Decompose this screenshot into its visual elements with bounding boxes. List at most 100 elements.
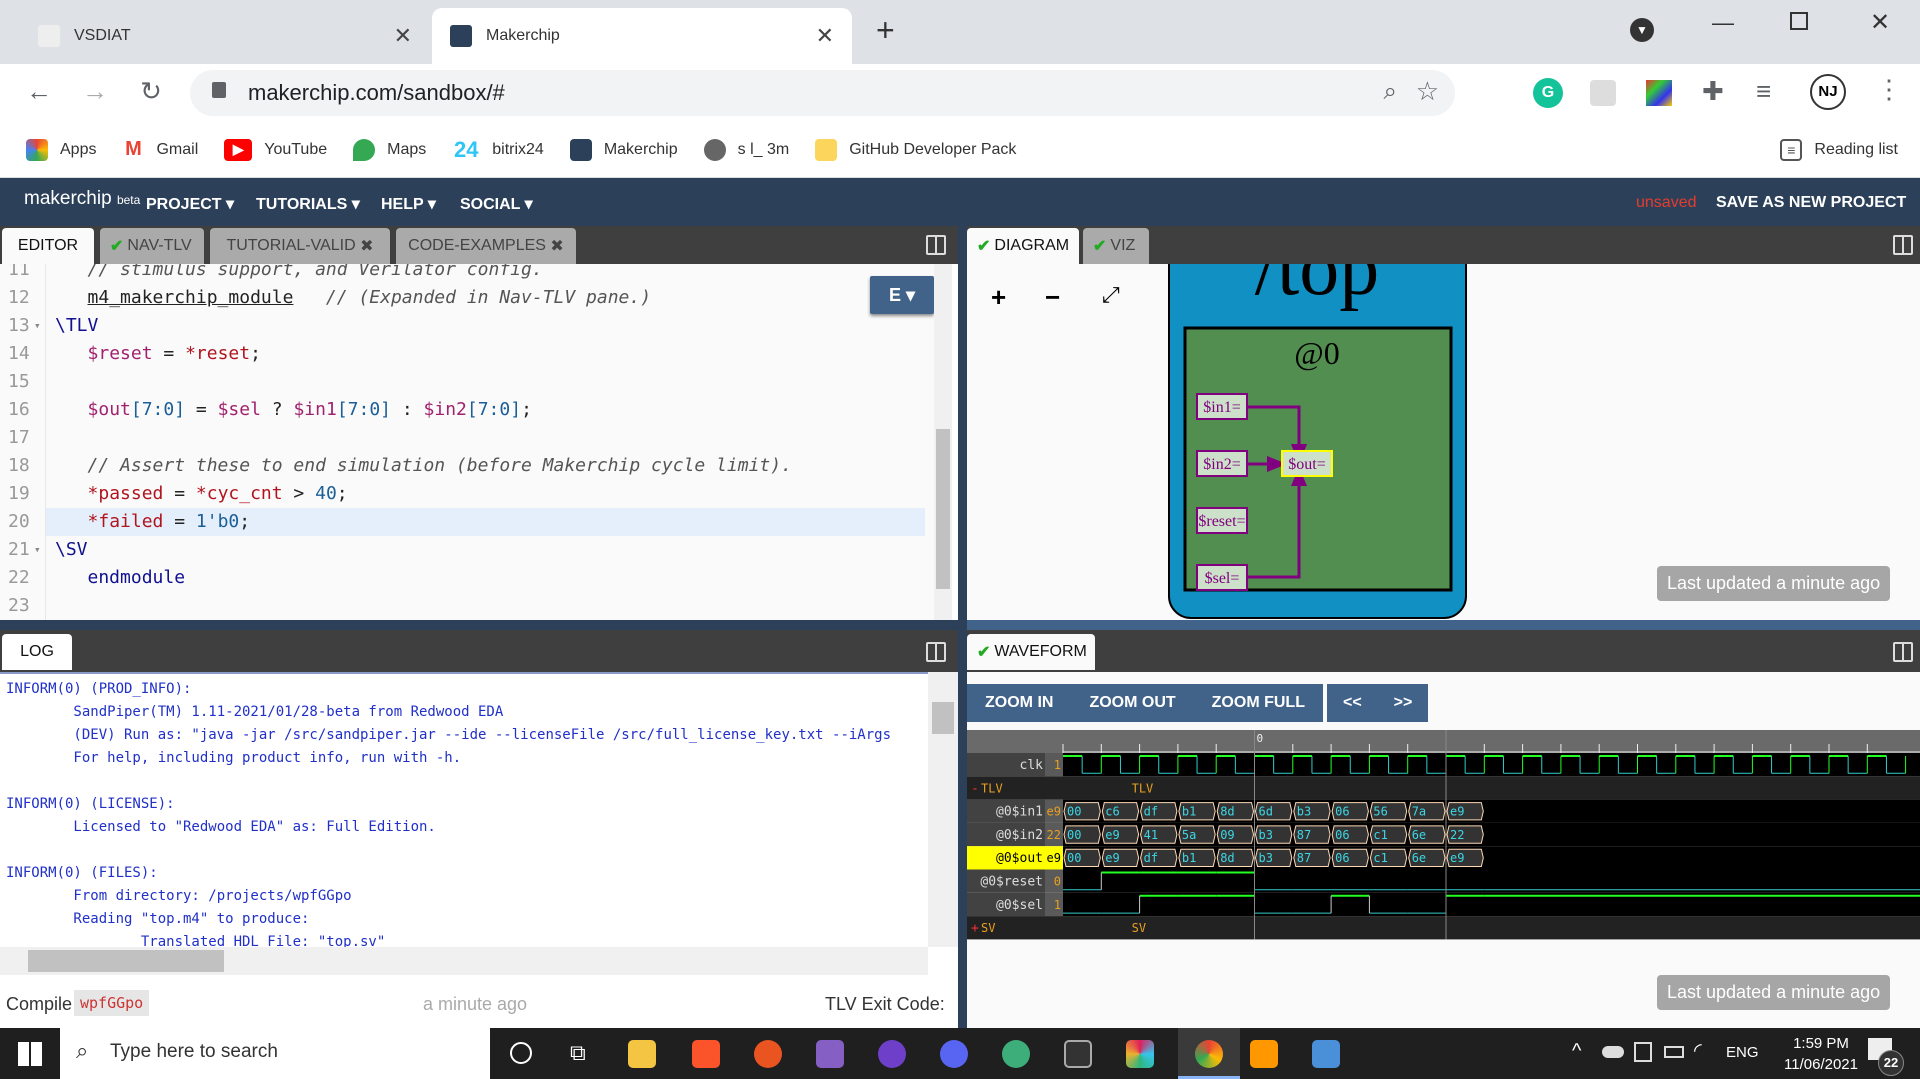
media-control-icon[interactable]: ≡ (1756, 76, 1771, 107)
signal-name[interactable]: @0$in1 (996, 805, 1043, 820)
ubuntu-icon[interactable] (754, 1040, 782, 1068)
waveform-viewer[interactable]: 0clk 1- TLV TLV@0$in1 e9 00 c6 df b1 8d 6d b3 06 56 7a… (967, 730, 1920, 940)
signal-name[interactable]: @0$reset (980, 875, 1043, 890)
code-line[interactable]: 18 // Assert these to end simulation (be… (0, 452, 925, 480)
chrome-taskbar-button[interactable] (1178, 1028, 1240, 1079)
vertical-divider[interactable] (958, 226, 967, 1028)
close-tab-icon[interactable]: ✕ (816, 23, 834, 49)
diagram-canvas[interactable]: + − ⤢ /top @0 $in1= $in2= $out= $reset= … (967, 264, 1920, 620)
browser-menu-icon[interactable]: ⋮ (1876, 74, 1902, 105)
extension-icon[interactable] (1590, 80, 1616, 106)
calculator-icon[interactable] (1312, 1040, 1340, 1068)
code-line[interactable]: 11 // stimulus support, and Verilator co… (0, 264, 925, 284)
browser-tab-makerchip[interactable]: Makerchip ✕ (432, 8, 852, 64)
code-line[interactable]: 15 (0, 368, 925, 396)
wifi-icon[interactable]: ◜ (1694, 1038, 1702, 1063)
save-as-new-project-button[interactable]: SAVE AS NEW PROJECT (1716, 194, 1906, 212)
group-toggle[interactable]: + (971, 921, 979, 936)
menu-help[interactable]: HELP ▾ (381, 194, 436, 214)
pane-divider[interactable] (0, 620, 958, 630)
signal-name[interactable]: @0$out (996, 851, 1043, 866)
bookmark-bitrix24[interactable]: 24 bitrix24 (452, 137, 544, 162)
fold-toggle-icon[interactable]: ▾ (34, 536, 41, 564)
tab-diagram[interactable]: ✔ DIAGRAM (967, 228, 1079, 264)
restore-button[interactable] (1790, 12, 1808, 30)
editor-scrollbar[interactable] (934, 264, 952, 620)
code-line[interactable]: 17 (0, 424, 925, 452)
code-line[interactable]: 23 (0, 592, 925, 620)
profile-avatar[interactable]: NJ (1810, 74, 1846, 110)
bookmark-youtube[interactable]: ▶ YouTube (224, 138, 327, 161)
scroll-left-button[interactable]: << (1326, 684, 1378, 722)
close-window-button[interactable]: ✕ (1870, 8, 1890, 37)
new-tab-button[interactable]: + (876, 12, 895, 49)
tab-tutorial-valid[interactable]: TUTORIAL-VALID ✖ (210, 228, 390, 264)
bookmark-gmail[interactable]: M Gmail (122, 138, 198, 161)
split-pane-icon[interactable] (1893, 235, 1913, 255)
language-indicator[interactable]: ENG (1726, 1044, 1759, 1061)
menu-tutorials[interactable]: TUTORIALS ▾ (256, 194, 360, 214)
log-horizontal-scrollbar[interactable] (0, 947, 928, 975)
back-button[interactable]: ← (22, 76, 56, 107)
onedrive-icon[interactable] (1602, 1046, 1624, 1058)
fold-toggle-icon[interactable]: ▾ (34, 312, 41, 340)
reading-list-button[interactable]: ≡ Reading list (1780, 138, 1898, 161)
split-pane-icon[interactable] (1893, 642, 1913, 662)
code-line[interactable]: 19 *passed = *cyc_cnt > 40; (0, 480, 925, 508)
minimize-button[interactable]: — (1712, 10, 1734, 36)
split-pane-icon[interactable] (926, 235, 946, 255)
code-line[interactable]: 12 m4_makerchip_module // (Expanded in N… (0, 284, 925, 312)
sync-icon[interactable] (1634, 1042, 1652, 1062)
tab-editor[interactable]: EDITOR (2, 228, 94, 264)
bookmark-maps[interactable]: Maps (353, 138, 426, 161)
browser-tab-vsdiat[interactable]: VSDIAT ✕ (20, 8, 430, 64)
code-editor[interactable]: 11 // stimulus support, and Verilator co… (0, 264, 952, 620)
sublime-text-icon[interactable] (1250, 1040, 1278, 1068)
zoom-in-button[interactable]: ZOOM IN (967, 684, 1072, 722)
show-hidden-icons[interactable]: ^ (1572, 1040, 1581, 1063)
extension-colorful-icon[interactable] (1646, 80, 1672, 106)
bookmark-makerchip[interactable]: Makerchip (569, 138, 678, 161)
windows-start-icon[interactable] (18, 1042, 42, 1066)
tab-search-icon[interactable]: ▼ (1630, 18, 1654, 42)
bookmark-sl3m[interactable]: s l_ 3m (703, 138, 789, 161)
reload-button[interactable]: ↻ (134, 76, 168, 107)
close-icon[interactable]: ✖ (360, 236, 373, 256)
scroll-right-button[interactable]: >> (1377, 684, 1429, 722)
slack-icon[interactable] (1126, 1040, 1154, 1068)
forward-button[interactable]: → (78, 76, 112, 107)
menu-project[interactable]: PROJECT ▾ (146, 194, 234, 214)
url-bar[interactable]: makerchip.com/sandbox/# ⌕ ☆ (190, 70, 1455, 116)
taskbar-search-box[interactable]: ⌕ Type here to search (60, 1028, 490, 1079)
discord-icon[interactable] (940, 1040, 968, 1068)
signal-name[interactable]: @0$in2 (996, 828, 1043, 843)
file-explorer-icon[interactable] (628, 1040, 656, 1068)
tab-nav-tlv[interactable]: ✔ NAV-TLV (100, 228, 204, 264)
clock[interactable]: 1:59 PM 11/06/2021 (1776, 1033, 1866, 1075)
code-line[interactable]: 13 ▾ \TLV (0, 312, 925, 340)
tab-viz[interactable]: ✔ VIZ (1083, 228, 1149, 264)
zoom-icon[interactable]: ⌕ (1384, 78, 1397, 106)
split-pane-icon[interactable] (926, 642, 946, 662)
code-line[interactable]: 16 $out[7:0] = $sel ? $in1[7:0] : $in2[7… (0, 396, 925, 424)
code-line[interactable]: 21 ▾ \SV (0, 536, 925, 564)
log-output[interactable]: INFORM(0) (PROD_INFO): SandPiper(TM) 1.1… (0, 672, 928, 947)
compile-id-badge[interactable]: wpfGGpo (74, 990, 150, 1016)
grammarly-extension-icon[interactable]: G (1533, 78, 1563, 108)
code-line[interactable]: 22 endmodule (0, 564, 925, 592)
zoom-out-button[interactable]: ZOOM OUT (1071, 684, 1194, 722)
tab-log[interactable]: LOG (2, 634, 72, 670)
group-toggle[interactable]: - (971, 781, 979, 796)
brave-icon[interactable] (692, 1040, 720, 1068)
tab-code-examples[interactable]: CODE-EXAMPLES ✖ (396, 228, 576, 264)
cortana-icon[interactable] (510, 1042, 532, 1064)
makerchip-logo[interactable]: makerchip beta (24, 188, 140, 210)
battery-icon[interactable] (1664, 1046, 1684, 1058)
tab-waveform[interactable]: ✔ WAVEFORM (967, 634, 1095, 670)
close-icon[interactable]: ✖ (550, 236, 563, 256)
extensions-puzzle-icon[interactable]: ✚ (1702, 76, 1724, 107)
task-view-icon[interactable]: ⧉ (570, 1040, 586, 1066)
terminal-icon[interactable] (1064, 1040, 1092, 1068)
close-tab-icon[interactable]: ✕ (394, 23, 412, 49)
code-line[interactable]: 20 *failed = 1'b0; (0, 508, 925, 536)
